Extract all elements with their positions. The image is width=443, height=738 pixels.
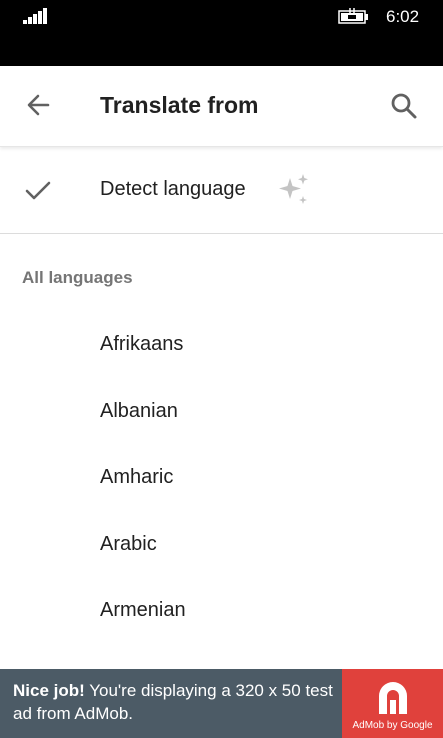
- language-label: Afrikaans: [100, 333, 184, 355]
- detect-language-label: Detect language: [100, 178, 246, 200]
- ad-text: Nice job! You're displaying a 320 x 50 t…: [13, 679, 335, 725]
- language-item-armenian[interactable]: Armenian: [0, 577, 443, 644]
- language-item-arabic[interactable]: Arabic: [0, 511, 443, 578]
- language-label: Armenian: [100, 599, 186, 621]
- admob-logo-icon: [379, 682, 407, 714]
- admob-logo-box: AdMob by Google: [342, 669, 443, 738]
- language-item-albanian[interactable]: Albanian: [0, 378, 443, 445]
- status-time: 6:02: [386, 7, 420, 26]
- back-arrow-icon[interactable]: [20, 86, 58, 124]
- detect-language-option[interactable]: Detect language: [0, 147, 443, 234]
- search-icon[interactable]: [386, 88, 422, 124]
- signal-icon: [23, 8, 47, 24]
- language-label: Arabic: [100, 532, 157, 555]
- ad-brand-label: AdMob by Google: [352, 720, 433, 731]
- sparkle-icon: [279, 174, 308, 204]
- page-title: Translate from: [100, 92, 259, 118]
- ad-headline: Nice job!: [13, 681, 85, 700]
- language-label: Albanian: [100, 399, 178, 422]
- section-header-all-languages: All languages: [22, 268, 133, 287]
- language-list: Afrikaans Albanian Amharic Arabic Armeni…: [0, 311, 443, 644]
- checkmark-icon: [25, 181, 51, 200]
- battery-icon: [338, 8, 368, 24]
- ad-banner[interactable]: Nice job! You're displaying a 320 x 50 t…: [0, 669, 443, 738]
- app-toolbar: Translate from: [0, 66, 443, 147]
- language-item-amharic[interactable]: Amharic: [0, 444, 443, 511]
- language-label: Amharic: [100, 466, 174, 488]
- language-item-afrikaans[interactable]: Afrikaans: [0, 311, 443, 378]
- status-bar: 6:02: [0, 0, 443, 66]
